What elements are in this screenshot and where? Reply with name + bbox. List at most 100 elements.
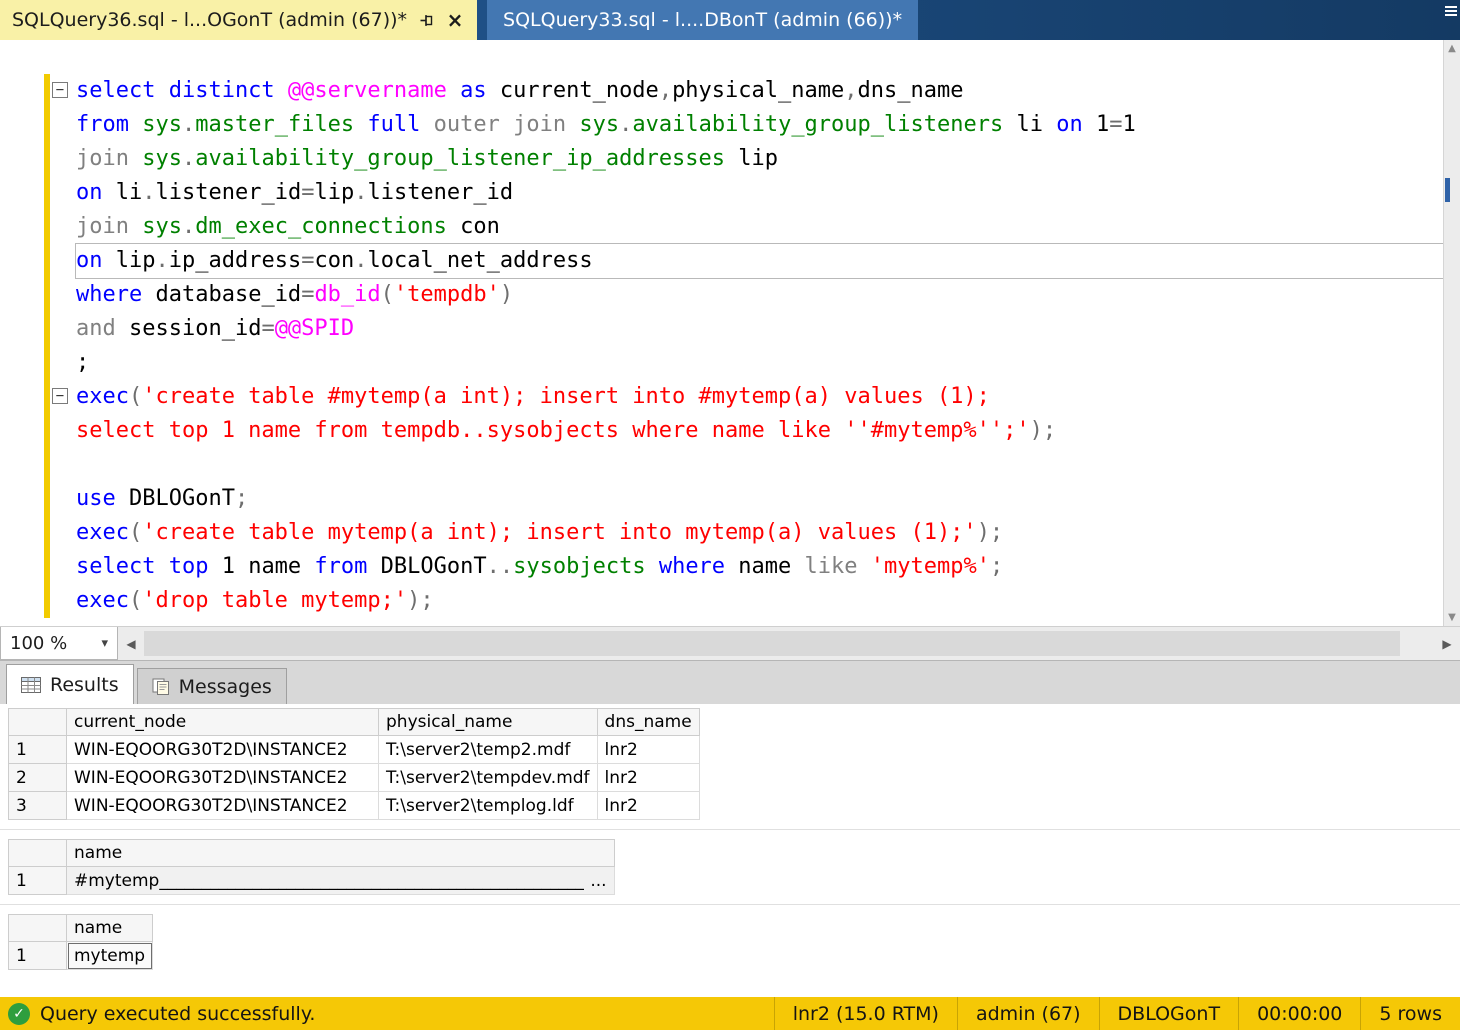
code-token: . <box>354 248 367 273</box>
code-line-4[interactable]: on li.listener_id=lip.listener_id <box>76 176 1443 210</box>
code-token: as <box>447 78 500 103</box>
tab-sqlquery33[interactable]: SQLQuery33.sql - l....DBonT (admin (66))… <box>487 0 918 40</box>
code-token: 'tempdb' <box>394 282 500 307</box>
grid-cell[interactable]: #mytemp_________________________________… <box>67 867 615 895</box>
code-line-8[interactable]: and session_id=@@SPID <box>76 312 1443 346</box>
grid-cell[interactable]: T:\server2\tempdev.mdf <box>379 764 598 792</box>
tab-messages[interactable]: Messages <box>137 668 287 704</box>
code-line-10[interactable]: −exec('create table #mytemp(a int); inse… <box>76 380 1443 414</box>
code-token: @@SPID <box>275 316 354 341</box>
zoom-control[interactable]: 100 % ▾ <box>0 627 118 660</box>
row-number[interactable]: 3 <box>9 792 67 820</box>
code-line-11[interactable]: select top 1 name from tempdb..sysobject… <box>76 414 1443 448</box>
code-token: outer join <box>434 112 580 137</box>
code-line-14[interactable]: exec('create table mytemp(a int); insert… <box>76 516 1443 550</box>
close-icon[interactable]: × <box>445 10 465 30</box>
code-token: . <box>619 112 632 137</box>
code-token: ); <box>977 520 1004 545</box>
code-token: dns_name <box>858 78 964 103</box>
code-token: . <box>142 180 155 205</box>
grid-cell[interactable]: T:\server2\temp2.mdf <box>379 736 598 764</box>
tab-sqlquery36[interactable]: SQLQuery36.sql - l...OGonT (admin (67))*… <box>0 0 477 40</box>
result-splitter[interactable] <box>0 904 1460 905</box>
code-token: @@servername <box>288 78 447 103</box>
code-token: local_net_address <box>367 248 592 273</box>
zoom-value: 100 % <box>10 633 67 654</box>
column-header[interactable]: name <box>67 840 615 867</box>
code-line-6[interactable]: on lip.ip_address=con.local_net_address <box>76 244 1443 278</box>
grid-cell[interactable]: T:\server2\templog.ldf <box>379 792 598 820</box>
editor-vertical-scrollbar[interactable]: ▲ ▼ <box>1443 40 1460 626</box>
code-token: exec <box>76 384 129 409</box>
scrollbar-position-marker <box>1445 178 1450 202</box>
grid-corner-cell[interactable] <box>9 915 67 942</box>
row-number[interactable]: 2 <box>9 764 67 792</box>
fold-collapse-icon[interactable]: − <box>52 82 68 98</box>
result-set-1: current_nodephysical_namedns_name 1WIN-EQ… <box>8 708 1460 820</box>
row-number[interactable]: 1 <box>9 867 67 895</box>
grid-cell[interactable]: WIN-EQOORG30T2D\INSTANCE2 <box>67 736 379 764</box>
tabstrip-overflow-icon[interactable] <box>1442 0 1460 40</box>
status-server[interactable]: lnr2 (15.0 RTM) <box>774 997 957 1030</box>
code-line-5[interactable]: join sys.dm_exec_connections con <box>76 210 1443 244</box>
grid-corner-cell[interactable] <box>9 709 67 736</box>
scroll-up-icon[interactable]: ▲ <box>1444 43 1460 54</box>
status-database[interactable]: DBLOGonT <box>1099 997 1239 1030</box>
scroll-down-icon[interactable]: ▼ <box>1444 612 1460 623</box>
code-token: current_node <box>500 78 659 103</box>
code-token: li <box>116 180 143 205</box>
code-line-16[interactable]: exec('drop table mytemp;'); <box>76 584 1443 618</box>
code-line-13[interactable]: use DBLOGonT; <box>76 482 1443 516</box>
code-token: 'create table mytemp(a int); insert into… <box>142 520 976 545</box>
chevron-down-icon[interactable]: ▾ <box>101 636 108 651</box>
code-token: con <box>314 248 354 273</box>
success-check-icon: ✓ <box>8 1003 30 1025</box>
status-user[interactable]: admin (67) <box>957 997 1099 1030</box>
code-line-7[interactable]: where database_id=db_id('tempdb') <box>76 278 1443 312</box>
result-splitter[interactable] <box>0 829 1460 830</box>
column-header[interactable]: dns_name <box>597 709 699 736</box>
code-token: sys <box>142 112 182 137</box>
status-duration: 00:00:00 <box>1238 997 1360 1030</box>
scroll-right-icon[interactable]: ▶ <box>1434 627 1460 660</box>
code-line-15[interactable]: select top 1 name from DBLOGonT..sysobje… <box>76 550 1443 584</box>
code-token: DBLOGonT <box>129 486 235 511</box>
scroll-left-icon[interactable]: ◀ <box>118 627 144 660</box>
editor-horizontal-scrollbar[interactable]: ◀ ▶ <box>118 627 1460 660</box>
grid-cell[interactable]: lnr2 <box>597 764 699 792</box>
grid-cell[interactable]: WIN-EQOORG30T2D\INSTANCE2 <box>67 764 379 792</box>
code-token: . <box>182 112 195 137</box>
column-header[interactable]: current_node <box>67 709 379 736</box>
code-token: select distinct <box>76 78 288 103</box>
row-number[interactable]: 1 <box>9 736 67 764</box>
grid-cell[interactable]: mytemp <box>67 942 153 970</box>
code-token: and <box>76 316 129 341</box>
code-line-12[interactable] <box>76 448 1443 482</box>
results-tab-label: Results <box>50 674 119 696</box>
code-token: sys <box>579 112 619 137</box>
cell-text: #mytemp_________________________________… <box>74 871 584 891</box>
code-lines: −select distinct @@servername as current… <box>0 74 1443 618</box>
code-token: ; <box>990 554 1003 579</box>
tab-results[interactable]: Results <box>6 664 134 704</box>
grid-cell[interactable]: WIN-EQOORG30T2D\INSTANCE2 <box>67 792 379 820</box>
code-token: physical_name <box>672 78 844 103</box>
pin-icon[interactable] <box>416 10 436 30</box>
table-row: 3WIN-EQOORG30T2D\INSTANCE2T:\server2\tem… <box>9 792 700 820</box>
code-line-3[interactable]: join sys.availability_group_listener_ip_… <box>76 142 1443 176</box>
horizontal-scroll-thumb[interactable] <box>144 631 1400 656</box>
grid-cell[interactable]: lnr2 <box>597 792 699 820</box>
status-message-area: ✓ Query executed successfully. <box>0 1003 774 1025</box>
grid-corner-cell[interactable] <box>9 840 67 867</box>
grid-cell[interactable]: lnr2 <box>597 736 699 764</box>
fold-collapse-icon[interactable]: − <box>52 388 68 404</box>
code-token: 'drop table mytemp;' <box>142 588 407 613</box>
row-number[interactable]: 1 <box>9 942 67 970</box>
column-header[interactable]: name <box>67 915 153 942</box>
code-line-9[interactable]: ; <box>76 346 1443 380</box>
results-grid-icon <box>21 677 41 693</box>
column-header[interactable]: physical_name <box>379 709 598 736</box>
code-line-1[interactable]: −select distinct @@servername as current… <box>76 74 1443 108</box>
sql-editor[interactable]: −select distinct @@servername as current… <box>0 40 1460 626</box>
code-line-2[interactable]: from sys.master_files full outer join sy… <box>76 108 1443 142</box>
